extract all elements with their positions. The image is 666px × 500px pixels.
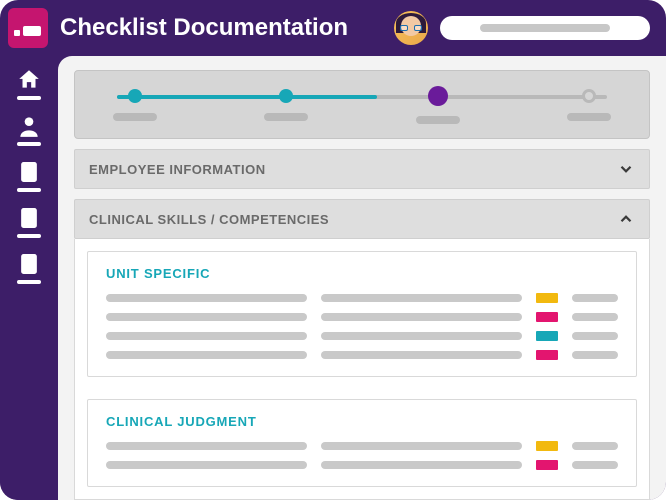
nav-doc-2-icon[interactable] — [15, 204, 43, 232]
section-employee-information[interactable]: EMPLOYEE INFORMATION — [74, 149, 650, 189]
app-logo-icon[interactable] — [8, 8, 48, 48]
status-badge — [536, 312, 558, 322]
nav-doc-1-icon[interactable] — [15, 158, 43, 186]
status-badge — [536, 331, 558, 341]
panel-clinical-judgment: CLINICAL JUDGMENT — [87, 399, 637, 487]
step-4[interactable] — [559, 89, 619, 124]
nav-profile-icon[interactable] — [15, 112, 43, 140]
sidebar — [0, 56, 58, 500]
body: EMPLOYEE INFORMATION CLINICAL SKILLS / C… — [0, 56, 666, 500]
chevron-down-icon — [617, 160, 635, 178]
table-row[interactable] — [106, 350, 618, 360]
section-clinical-skills[interactable]: CLINICAL SKILLS / COMPETENCIES — [74, 199, 650, 239]
status-badge — [536, 350, 558, 360]
step-3-current[interactable] — [408, 89, 468, 124]
table-row[interactable] — [106, 460, 618, 470]
table-row[interactable] — [106, 331, 618, 341]
step-2[interactable] — [256, 89, 316, 124]
table-row[interactable] — [106, 441, 618, 451]
panel-title: UNIT SPECIFIC — [106, 266, 618, 281]
table-row[interactable] — [106, 293, 618, 303]
nav-home-icon[interactable] — [15, 66, 43, 94]
page-title: Checklist Documentation — [60, 14, 348, 42]
step-1[interactable] — [105, 89, 165, 124]
status-badge — [536, 293, 558, 303]
topbar: Checklist Documentation — [0, 0, 666, 56]
table-row[interactable] — [106, 312, 618, 322]
section-header-label: EMPLOYEE INFORMATION — [89, 162, 266, 177]
section-header-label: CLINICAL SKILLS / COMPETENCIES — [89, 212, 329, 227]
main-content: EMPLOYEE INFORMATION CLINICAL SKILLS / C… — [58, 56, 666, 500]
app-window: Checklist Documentation — [0, 0, 666, 500]
panel-unit-specific: UNIT SPECIFIC — [87, 251, 637, 377]
status-badge — [536, 460, 558, 470]
panel-title: CLINICAL JUDGMENT — [106, 414, 618, 429]
chevron-up-icon — [617, 210, 635, 228]
progress-stepper — [74, 70, 650, 139]
user-avatar[interactable] — [394, 11, 428, 45]
status-badge — [536, 441, 558, 451]
section-clinical-skills-body: UNIT SPECIFIC — [74, 239, 650, 500]
nav-doc-3-icon[interactable] — [15, 250, 43, 278]
search-input[interactable] — [440, 16, 650, 40]
